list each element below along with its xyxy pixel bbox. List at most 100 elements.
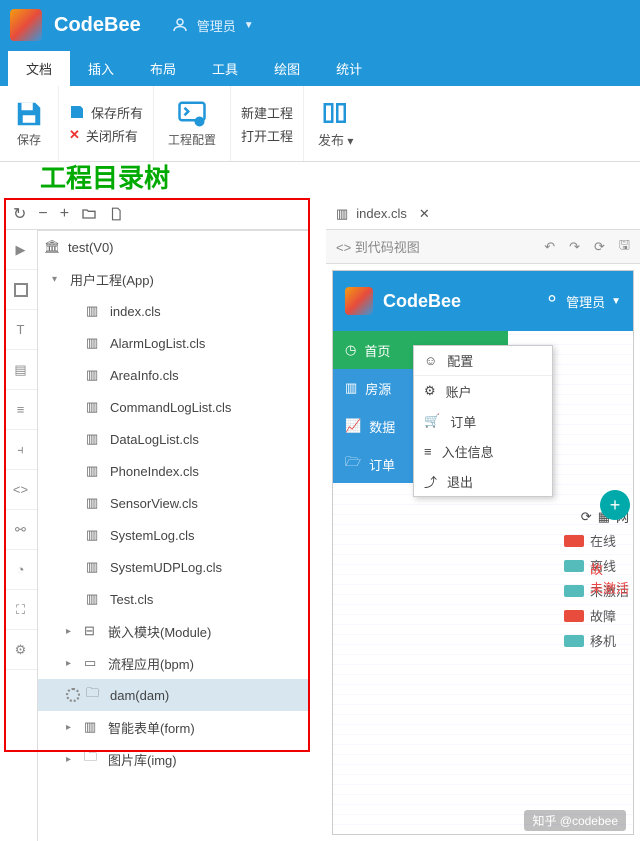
tree-folder-app[interactable]: ▾ 用户工程(App) bbox=[38, 263, 310, 295]
folder-icon: ▭ bbox=[84, 655, 102, 671]
tree-toolbar: ↻ − + bbox=[4, 198, 310, 230]
legend-swatch bbox=[564, 560, 584, 572]
dropdown-logout[interactable]: ⤴退出 bbox=[414, 466, 552, 496]
tree-file[interactable]: ▥AreaInfo.cls bbox=[38, 359, 310, 391]
user-avatar-icon bbox=[171, 16, 189, 34]
legend-swatch bbox=[564, 585, 584, 597]
chevron-right-icon: ▸ bbox=[66, 754, 78, 765]
file-tab[interactable]: ▥ index.cls ✕ bbox=[326, 198, 640, 230]
legend-item: 移机 bbox=[564, 631, 629, 650]
legend-item: 故障 bbox=[564, 606, 629, 625]
code-view-button[interactable]: <> 到代码视图 bbox=[336, 237, 420, 256]
refresh-icon[interactable]: ⟳ bbox=[594, 239, 605, 255]
legend-swatch bbox=[564, 635, 584, 647]
side-align-icon[interactable]: ⫞ bbox=[4, 430, 37, 470]
project-config-group[interactable]: 工程配置 bbox=[154, 86, 231, 161]
file-icon: ▥ bbox=[86, 367, 104, 383]
add-fab-button[interactable]: + bbox=[600, 490, 630, 520]
close-icon: ✕ bbox=[69, 127, 80, 143]
dropdown-account[interactable]: ⚙账户 bbox=[414, 376, 552, 406]
preview-logo bbox=[345, 287, 373, 315]
undo-icon[interactable]: ↶ bbox=[544, 239, 555, 255]
file-icon: ▥ bbox=[86, 399, 104, 415]
file-icon: ▥ bbox=[86, 463, 104, 479]
new-folder-icon[interactable] bbox=[81, 206, 97, 222]
tree-folder-dam[interactable]: 🗀dam(dam) bbox=[38, 679, 310, 711]
tree-file[interactable]: ▥SensorView.cls bbox=[38, 487, 310, 519]
side-icon-strip: ▶ T ▤ ≡ ⫞ <> ⚯ ◔ ⛶ ⚙ bbox=[4, 230, 38, 841]
preview-body: ◷首页 ▥房源 📈数据 🗁订单 ☺配置 ⚙账户 🛒订单 ≡入住信息 ⤴退出 ⟳▦… bbox=[333, 331, 633, 834]
publish-group[interactable]: 发布 ▾ bbox=[304, 86, 367, 161]
dropdown-config[interactable]: ☺配置 bbox=[414, 346, 552, 376]
side-sliders-icon[interactable]: ⚙ bbox=[4, 630, 37, 670]
menu-tab-insert[interactable]: 插入 bbox=[70, 51, 132, 86]
menu-tab-stats[interactable]: 统计 bbox=[318, 51, 380, 86]
menu-tab-doc[interactable]: 文档 bbox=[8, 51, 70, 86]
legend-swatch bbox=[564, 610, 584, 622]
redo-icon[interactable]: ↷ bbox=[569, 239, 580, 255]
tree-file[interactable]: ▥Test.cls bbox=[38, 583, 310, 615]
side-expand2-icon[interactable]: ⛶ bbox=[4, 590, 37, 630]
tree-root[interactable]: 🏛 test(V0) bbox=[38, 231, 310, 263]
file-icon: ▥ bbox=[86, 335, 104, 351]
tree-file[interactable]: ▥index.cls bbox=[38, 295, 310, 327]
project-tree: 🏛 test(V0) ▾ 用户工程(App) ▥index.cls ▥Alarm… bbox=[38, 230, 310, 841]
new-project-button[interactable]: 新建工程 bbox=[241, 103, 293, 122]
refresh-icon[interactable]: ↻ bbox=[13, 204, 26, 224]
save-all-button[interactable]: 保存所有 bbox=[69, 103, 143, 122]
open-project-button[interactable]: 打开工程 bbox=[241, 126, 293, 145]
user-area[interactable]: 管理员 ▼ bbox=[171, 16, 254, 35]
tree-file[interactable]: ▥CommandLogList.cls bbox=[38, 391, 310, 423]
side-palette-icon[interactable]: ◔ bbox=[4, 550, 37, 590]
file-icon: ▥ bbox=[86, 559, 104, 575]
dropdown-checkin[interactable]: ≡入住信息 bbox=[414, 436, 552, 466]
editor-pane: ▥ index.cls ✕ <> 到代码视图 ↶ ↷ ⟳ 🖫 CodeBee 管… bbox=[326, 198, 640, 841]
tree-file[interactable]: ▥AlarmLogList.cls bbox=[38, 327, 310, 359]
side-expand-icon[interactable]: ▶ bbox=[4, 230, 37, 270]
side-code-icon[interactable]: <> bbox=[4, 470, 37, 510]
annotation-label: 工程目录树 bbox=[40, 158, 170, 195]
tree-folder-module[interactable]: ▸⊟嵌入模块(Module) bbox=[38, 615, 310, 647]
project-config-label: 工程配置 bbox=[168, 131, 216, 148]
side-text-icon[interactable]: T bbox=[4, 310, 37, 350]
tree-file[interactable]: ▥DataLogList.cls bbox=[38, 423, 310, 455]
titlebar: CodeBee 管理员 ▼ bbox=[0, 0, 640, 50]
chevron-right-icon: ▸ bbox=[66, 626, 78, 637]
new-file-icon[interactable] bbox=[109, 206, 123, 222]
menu-tab-layout[interactable]: 布局 bbox=[132, 51, 194, 86]
cart-icon: 🛒 bbox=[424, 413, 440, 429]
tree-folder-form[interactable]: ▸▥智能表单(form) bbox=[38, 711, 310, 743]
file-icon: ▥ bbox=[86, 495, 104, 511]
close-tab-icon[interactable]: ✕ bbox=[419, 206, 430, 222]
tree-folder-bpm[interactable]: ▸▭流程应用(bpm) bbox=[38, 647, 310, 679]
tree-root-label: test(V0) bbox=[68, 240, 114, 255]
file-tab-name: index.cls bbox=[356, 206, 407, 221]
side-page-icon[interactable] bbox=[4, 270, 37, 310]
side-list-icon[interactable]: ≡ bbox=[4, 390, 37, 430]
tree-file[interactable]: ▥PhoneIndex.cls bbox=[38, 455, 310, 487]
dropdown-order[interactable]: 🛒订单 bbox=[414, 406, 552, 436]
tree-file[interactable]: ▥SystemLog.cls bbox=[38, 519, 310, 551]
preview-user[interactable]: 管理员 ▼ bbox=[544, 292, 621, 311]
tree-file[interactable]: ▥SystemUDPLog.cls bbox=[38, 551, 310, 583]
refresh-icon[interactable]: ⟳ bbox=[581, 509, 592, 525]
save-all-label: 保存所有 bbox=[91, 103, 143, 122]
tree-folder-img[interactable]: ▸🗀图片库(img) bbox=[38, 743, 310, 775]
save-all-icon bbox=[69, 104, 85, 120]
file-icon: ▥ bbox=[86, 591, 104, 607]
save-icon[interactable]: 🖫 bbox=[619, 236, 630, 258]
close-all-button[interactable]: ✕ 关闭所有 bbox=[69, 126, 143, 145]
institution-icon: 🏛 bbox=[44, 239, 62, 255]
menu-tab-draw[interactable]: 绘图 bbox=[256, 51, 318, 86]
side-form-icon[interactable]: ▤ bbox=[4, 350, 37, 390]
editor-toolbar: <> 到代码视图 ↶ ↷ ⟳ 🖫 bbox=[326, 230, 640, 264]
save-group[interactable]: 保存 bbox=[0, 86, 59, 161]
collapse-icon[interactable]: − bbox=[38, 205, 47, 223]
close-all-label: 关闭所有 bbox=[86, 126, 138, 145]
expand-icon[interactable]: + bbox=[60, 205, 69, 223]
folder-open-icon: 🗁 bbox=[345, 453, 361, 475]
menu-tab-tool[interactable]: 工具 bbox=[194, 51, 256, 86]
chevron-down-icon: ▼ bbox=[611, 296, 621, 307]
side-link-icon[interactable]: ⚯ bbox=[4, 510, 37, 550]
chevron-right-icon: ▸ bbox=[66, 658, 78, 669]
